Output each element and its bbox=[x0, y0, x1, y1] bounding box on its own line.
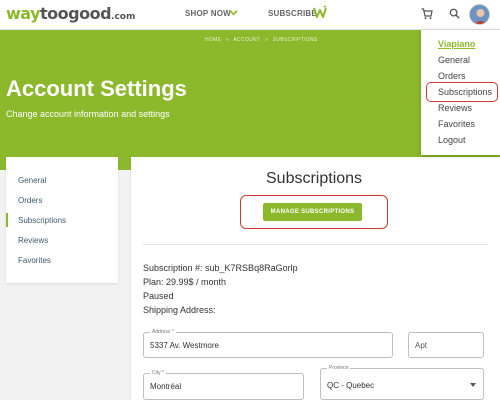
address-field-label: Address * bbox=[150, 328, 176, 336]
apt-field[interactable]: Apt bbox=[408, 332, 484, 358]
side-nav-item-reviews[interactable]: Reviews bbox=[18, 236, 48, 246]
dropdown-item-reviews[interactable]: Reviews bbox=[438, 103, 472, 114]
address-field-value: 5337 Av. Westmore bbox=[150, 341, 219, 350]
site-logo[interactable]: waytoogood.com bbox=[6, 5, 135, 26]
breadcrumb-account[interactable]: ACCOUNT bbox=[233, 37, 260, 43]
shipping-address-label: Shipping Address: bbox=[143, 305, 216, 315]
dropdown-item-orders[interactable]: Orders bbox=[438, 71, 466, 82]
avatar-image bbox=[470, 5, 489, 24]
side-nav-item-favorites[interactable]: Favorites bbox=[18, 256, 51, 266]
breadcrumb-separator: » bbox=[264, 37, 269, 43]
address-field[interactable]: Address * 5337 Av. Westmore bbox=[143, 328, 393, 358]
cart-icon[interactable] bbox=[421, 8, 433, 20]
dropdown-item-logout[interactable]: Logout bbox=[438, 135, 466, 146]
side-nav-item-orders[interactable]: Orders bbox=[18, 196, 42, 206]
province-select-label: Province bbox=[327, 364, 351, 372]
account-side-nav: General Orders Subscriptions Reviews Fav… bbox=[6, 157, 118, 283]
subscription-plan: Plan: 29.99$ / month bbox=[143, 277, 227, 287]
breadcrumb-subscriptions: SUBSCRIPTIONS bbox=[272, 37, 318, 43]
province-select[interactable]: Province QC - Quebec bbox=[320, 364, 484, 400]
logo-part-way: way bbox=[6, 4, 41, 23]
side-nav-item-general[interactable]: General bbox=[18, 176, 46, 186]
page-subtitle: Change account information and settings bbox=[6, 109, 170, 119]
dropdown-subscriptions-highlight bbox=[426, 82, 498, 102]
breadcrumb-home[interactable]: HOME bbox=[205, 37, 221, 43]
side-nav-item-subscriptions[interactable]: Subscriptions bbox=[18, 216, 66, 226]
side-nav-active-indicator bbox=[6, 213, 8, 227]
dropdown-item-general[interactable]: General bbox=[438, 55, 470, 66]
subscription-status: Paused bbox=[143, 291, 174, 301]
dropdown-username[interactable]: Viapiano bbox=[438, 39, 475, 50]
chevron-down-icon bbox=[470, 383, 476, 387]
subscription-number: Subscription #: sub_K7RSBq8RaGorlp bbox=[143, 263, 298, 273]
city-field-label: City * bbox=[150, 369, 166, 377]
user-avatar[interactable] bbox=[469, 4, 490, 25]
top-header: waytoogood.com SHOP NOW SUBSCRIBE bbox=[0, 0, 500, 30]
logo-part-toogood: toogood bbox=[40, 4, 112, 23]
breadcrumb-separator: » bbox=[225, 37, 229, 43]
search-icon[interactable] bbox=[449, 8, 460, 19]
city-field-value: Montréal bbox=[150, 382, 182, 391]
page-title: Account Settings bbox=[6, 76, 187, 101]
panel-divider bbox=[143, 244, 488, 245]
subscribe-w-icon[interactable] bbox=[313, 5, 327, 19]
province-select-value: QC - Quebec bbox=[327, 381, 375, 390]
nav-subscribe[interactable]: SUBSCRIBE bbox=[268, 9, 317, 19]
breadcrumb: HOME » ACCOUNT » SUBSCRIPTIONS bbox=[205, 37, 321, 43]
city-field[interactable]: City * Montréal bbox=[143, 369, 304, 400]
logo-part-com: .com bbox=[111, 12, 136, 22]
nav-shop-now[interactable]: SHOP NOW bbox=[185, 9, 231, 19]
dropdown-item-favorites[interactable]: Favorites bbox=[438, 119, 475, 130]
panel-title: Subscriptions bbox=[266, 170, 363, 187]
manage-subscriptions-button[interactable]: MANAGE SUBSCRIPTIONS bbox=[263, 203, 362, 221]
chevron-down-icon[interactable] bbox=[229, 8, 238, 17]
apt-field-placeholder: Apt bbox=[415, 341, 428, 350]
